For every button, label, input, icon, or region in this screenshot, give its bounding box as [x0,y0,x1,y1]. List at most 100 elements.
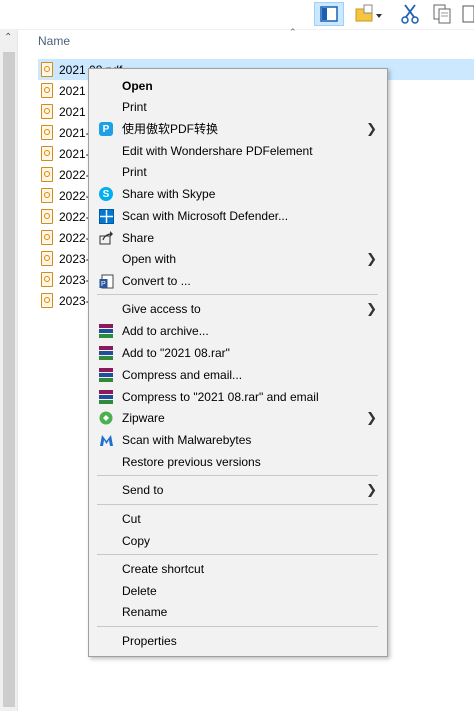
menu-item-label: Delete [122,583,157,598]
menu-item-cut[interactable]: Cut [89,508,387,529]
context-menu: Open Print P 使用傲软PDF转换 ❯ Edit with Wonde… [88,68,388,657]
new-folder-icon [355,4,382,22]
pdf-file-icon [41,230,53,245]
file-row[interactable]: 2021- [38,143,90,164]
file-row[interactable]: 2021- [38,122,90,143]
file-name: 2023- [59,272,90,287]
menu-item-label: Give access to [122,301,201,316]
menu-item-compress-to-rar-email[interactable]: Compress to "2021 08.rar" and email [89,386,387,407]
file-name: 2022- [59,167,90,182]
skype-icon: S [98,186,114,202]
file-row[interactable]: 2023- [38,248,90,269]
paste-toolbar-button[interactable] [460,2,474,26]
menu-item-share[interactable]: Share [89,227,387,248]
ribbon-toolbar [0,0,474,30]
menu-item-delete[interactable]: Delete [89,580,387,601]
menu-item-print-2[interactable]: Print [89,161,387,182]
menu-item-label: Convert to ... [122,273,191,288]
chevron-right-icon: ❯ [366,301,377,316]
convert-icon: P [98,273,114,289]
menu-item-copy[interactable]: Copy [89,530,387,551]
pdf-file-icon [41,83,53,98]
pdf-file-icon [41,188,53,203]
file-row[interactable]: 2021 [38,80,86,101]
chevron-right-icon: ❯ [366,410,377,425]
navigation-pane-icon [320,6,338,22]
toolbar-divider [0,29,474,30]
winrar-icon [98,389,114,405]
menu-item-label: Edit with Wondershare PDFelement [122,143,313,158]
file-name: 2022- [59,230,90,245]
pdf-file-icon [41,146,53,161]
chevron-right-icon: ❯ [366,251,377,266]
file-row[interactable]: 2022- [38,206,90,227]
copy-icon [433,4,451,24]
file-row[interactable]: 2021 [38,101,86,122]
menu-item-pdf-convert[interactable]: P 使用傲软PDF转换 ❯ [89,118,387,139]
menu-item-open[interactable]: Open [89,75,387,96]
menu-item-label: 使用傲软PDF转换 [122,122,219,136]
menu-item-zipware[interactable]: Zipware ❯ [89,407,387,428]
cut-toolbar-button[interactable] [398,2,422,26]
scroll-up-icon[interactable]: ⌃ [4,32,12,43]
menu-separator [97,294,378,295]
menu-item-restore-versions[interactable]: Restore previous versions [89,451,387,472]
menu-item-give-access[interactable]: Give access to ❯ [89,298,387,319]
menu-item-label: Compress to "2021 08.rar" and email [122,389,319,404]
menu-item-create-shortcut[interactable]: Create shortcut [89,558,387,579]
file-name: 2021 [59,104,86,119]
defender-icon [98,208,114,224]
file-name: 2021- [59,125,90,140]
winrar-icon [98,345,114,361]
file-row[interactable]: 2023- [38,269,90,290]
copy-toolbar-button[interactable] [430,2,454,26]
malwarebytes-icon [98,432,114,448]
menu-item-convert-to[interactable]: P Convert to ... [89,270,387,291]
menu-item-label: Open with [122,251,177,266]
file-name: 2021- [59,146,90,161]
menu-separator [97,554,378,555]
menu-item-send-to[interactable]: Send to ❯ [89,479,387,500]
pdf-file-icon [41,167,53,182]
menu-item-open-with[interactable]: Open with ❯ [89,248,387,269]
navigation-scrollbar[interactable]: ⌃ [0,30,18,711]
menu-item-malwarebytes-scan[interactable]: Scan with Malwarebytes [89,429,387,450]
pdf-file-icon [41,272,53,287]
pdf-file-icon [41,209,53,224]
menu-item-compress-email[interactable]: Compress and email... [89,364,387,385]
scrollbar-thumb[interactable] [3,52,15,707]
winrar-icon [98,323,114,339]
menu-item-add-to-archive[interactable]: Add to archive... [89,320,387,341]
menu-item-label: Create shortcut [122,561,205,576]
new-item-button[interactable] [350,2,386,26]
menu-item-rename[interactable]: Rename [89,601,387,622]
menu-item-label: Properties [122,633,177,648]
file-name: 2023- [59,251,90,266]
menu-item-add-to-rar[interactable]: Add to "2021 08.rar" [89,342,387,363]
share-icon [98,230,114,246]
name-column-header[interactable]: Name [38,34,70,48]
menu-item-label: Scan with Malwarebytes [122,432,252,447]
menu-item-defender-scan[interactable]: Scan with Microsoft Defender... [89,205,387,226]
layout-pane-button[interactable] [314,2,344,26]
menu-item-label: Send to [122,482,164,497]
menu-item-label: Rename [122,604,168,619]
file-row[interactable]: 2022- [38,164,90,185]
file-name: 2021 [59,83,86,98]
menu-item-share-skype[interactable]: S Share with Skype [89,183,387,204]
file-row[interactable]: 2022- [38,185,90,206]
file-row[interactable]: 2022- [38,227,90,248]
menu-item-label: Add to "2021 08.rar" [122,345,230,360]
menu-item-properties[interactable]: Properties [89,630,387,651]
menu-item-label: Share with Skype [122,186,216,201]
menu-item-print[interactable]: Print [89,96,387,117]
menu-item-edit-pdfelement[interactable]: Edit with Wondershare PDFelement [89,140,387,161]
file-name: 2022- [59,209,90,224]
menu-separator [97,626,378,627]
file-row[interactable]: 2023- [38,290,90,311]
pdf-file-icon [41,251,53,266]
menu-item-label: Compress and email... [122,367,243,382]
menu-item-label: Restore previous versions [122,454,261,469]
menu-separator [97,504,378,505]
menu-item-label: Open [122,78,153,93]
